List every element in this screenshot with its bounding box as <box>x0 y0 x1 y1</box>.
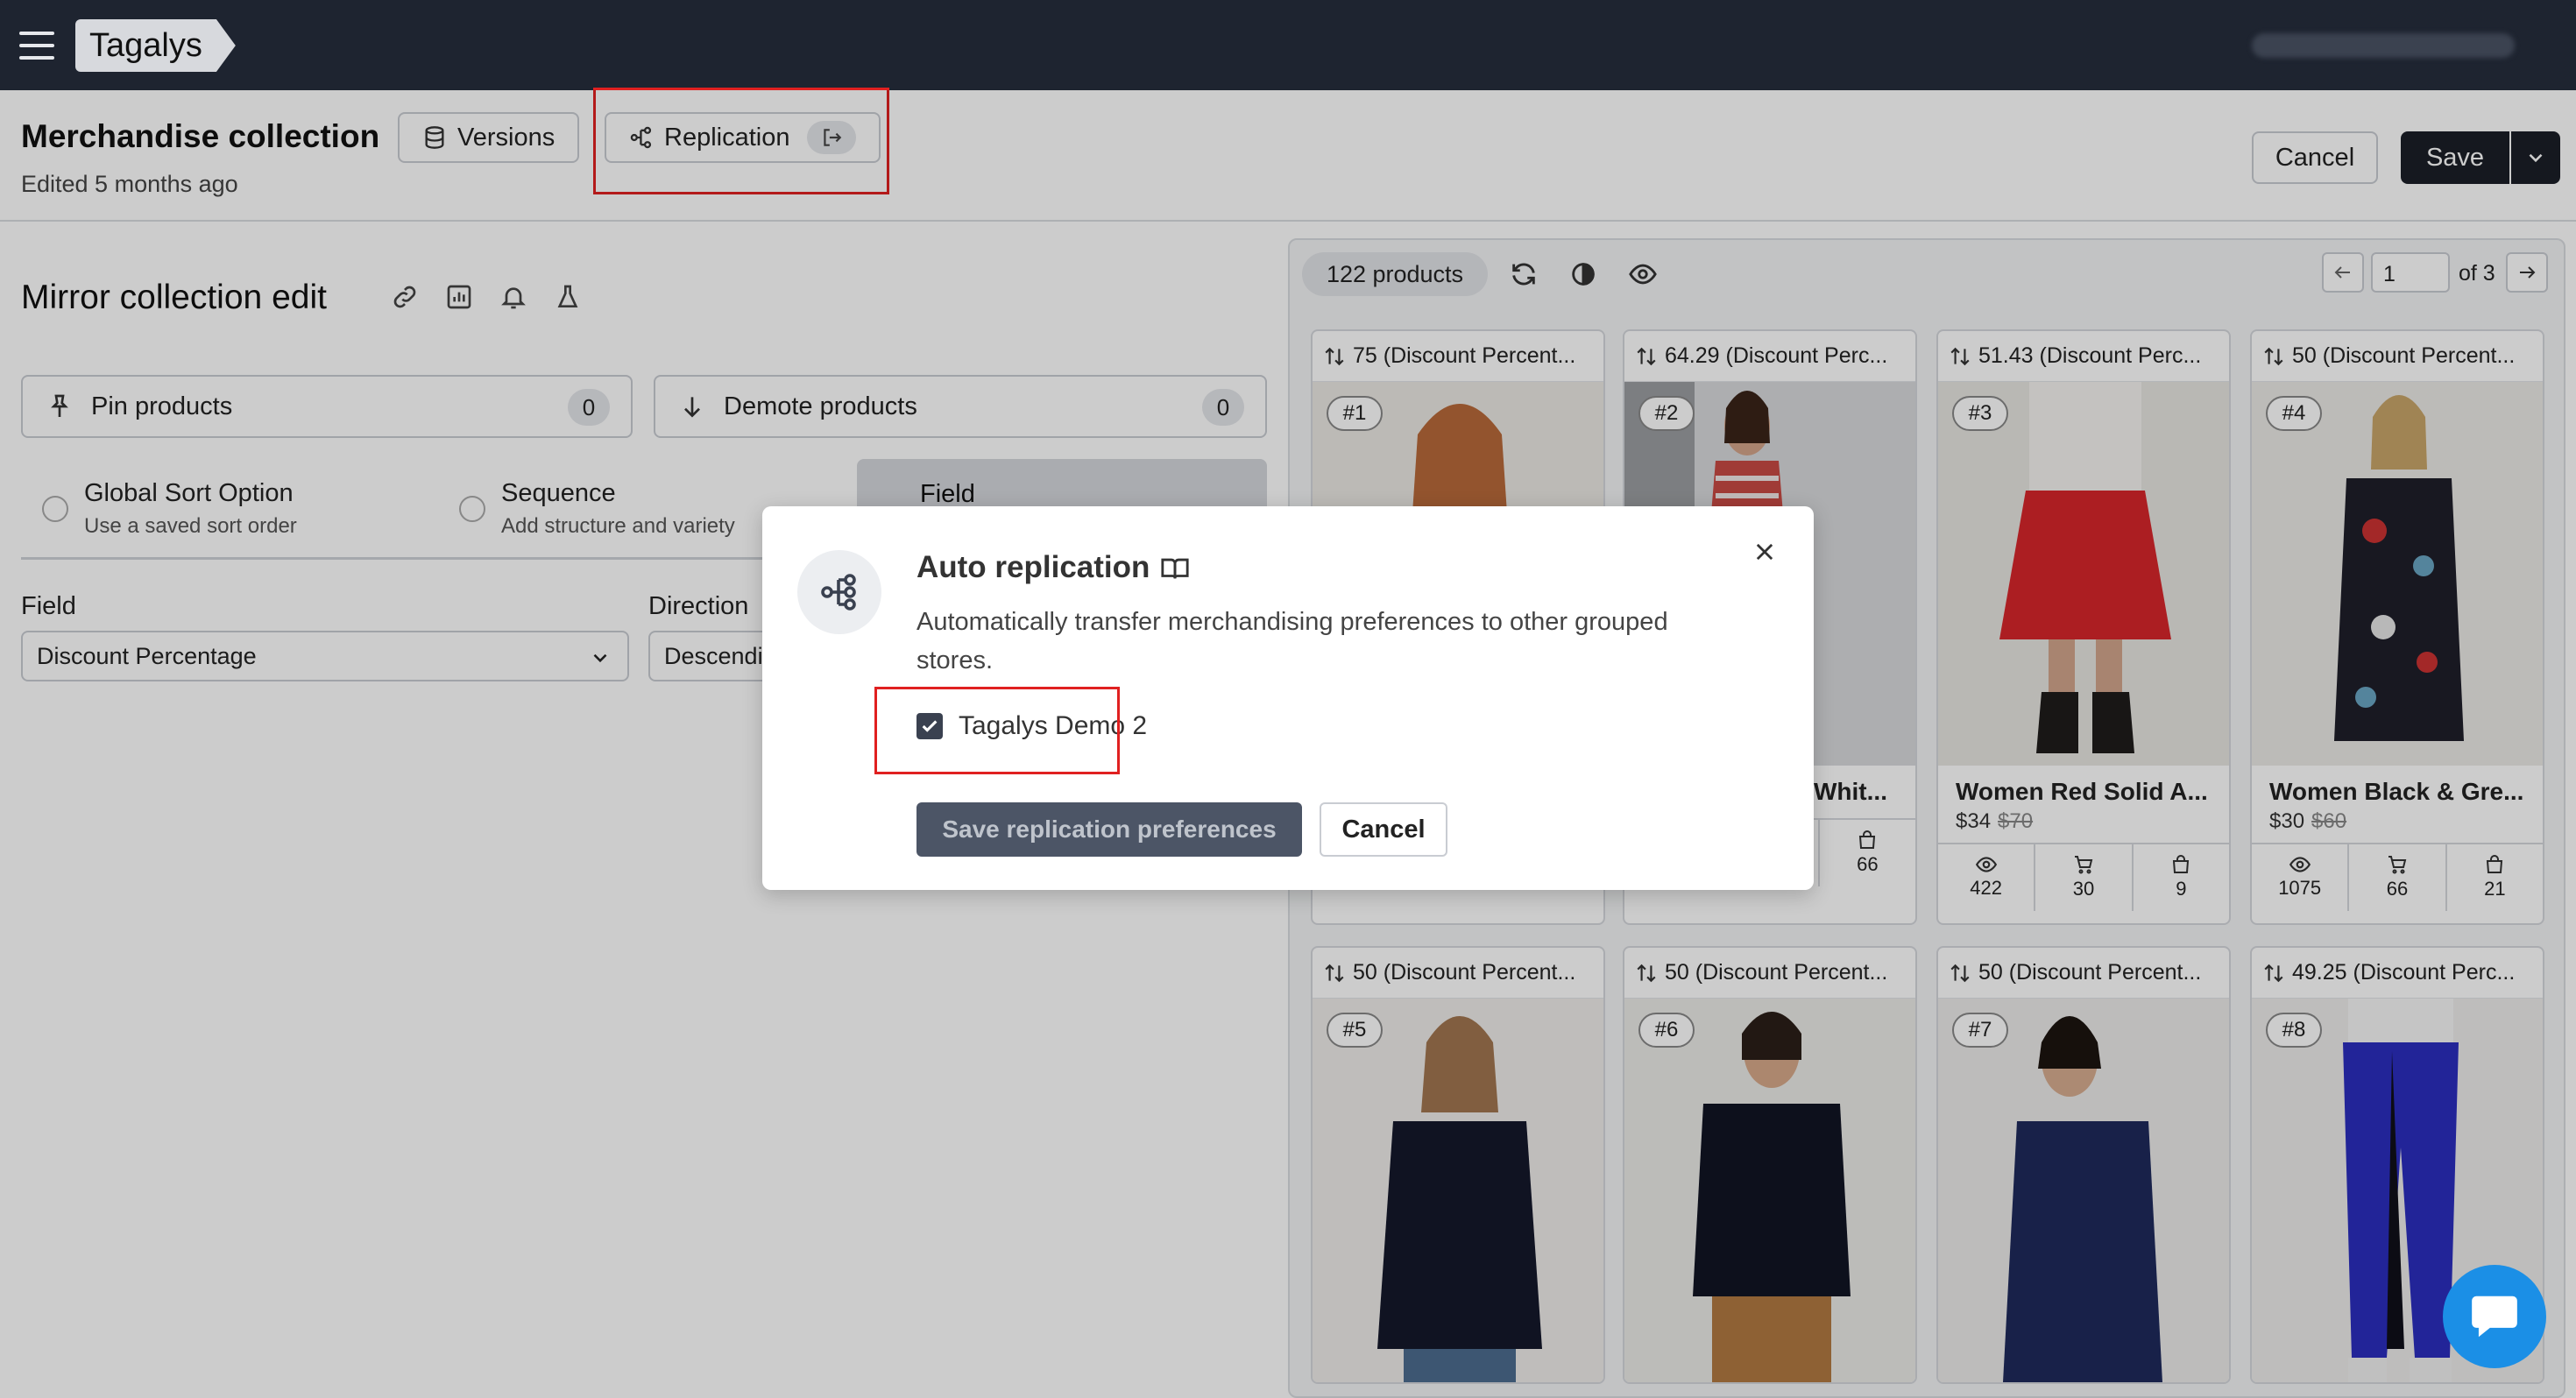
save-replication-button[interactable]: Save replication preferences <box>916 802 1302 857</box>
replication-icon <box>797 550 881 634</box>
menu-icon[interactable] <box>19 32 54 60</box>
chat-widget-button[interactable] <box>2443 1265 2546 1368</box>
store-highlight-box <box>874 687 1120 774</box>
modal-description: Automatically transfer merchandising pre… <box>916 608 1668 674</box>
modal-cancel-button[interactable]: Cancel <box>1320 802 1447 857</box>
close-icon[interactable] <box>1752 540 1777 564</box>
chat-icon <box>2472 1296 2517 1338</box>
auto-replication-modal: Auto replication Automatically transfer … <box>762 506 1814 890</box>
user-account-blurred[interactable] <box>2252 33 2515 58</box>
modal-title: Auto replication <box>916 550 1150 584</box>
book-icon[interactable] <box>1160 554 1190 583</box>
top-navbar: Tagalys <box>0 0 2576 90</box>
app-logo[interactable]: Tagalys <box>75 19 236 72</box>
